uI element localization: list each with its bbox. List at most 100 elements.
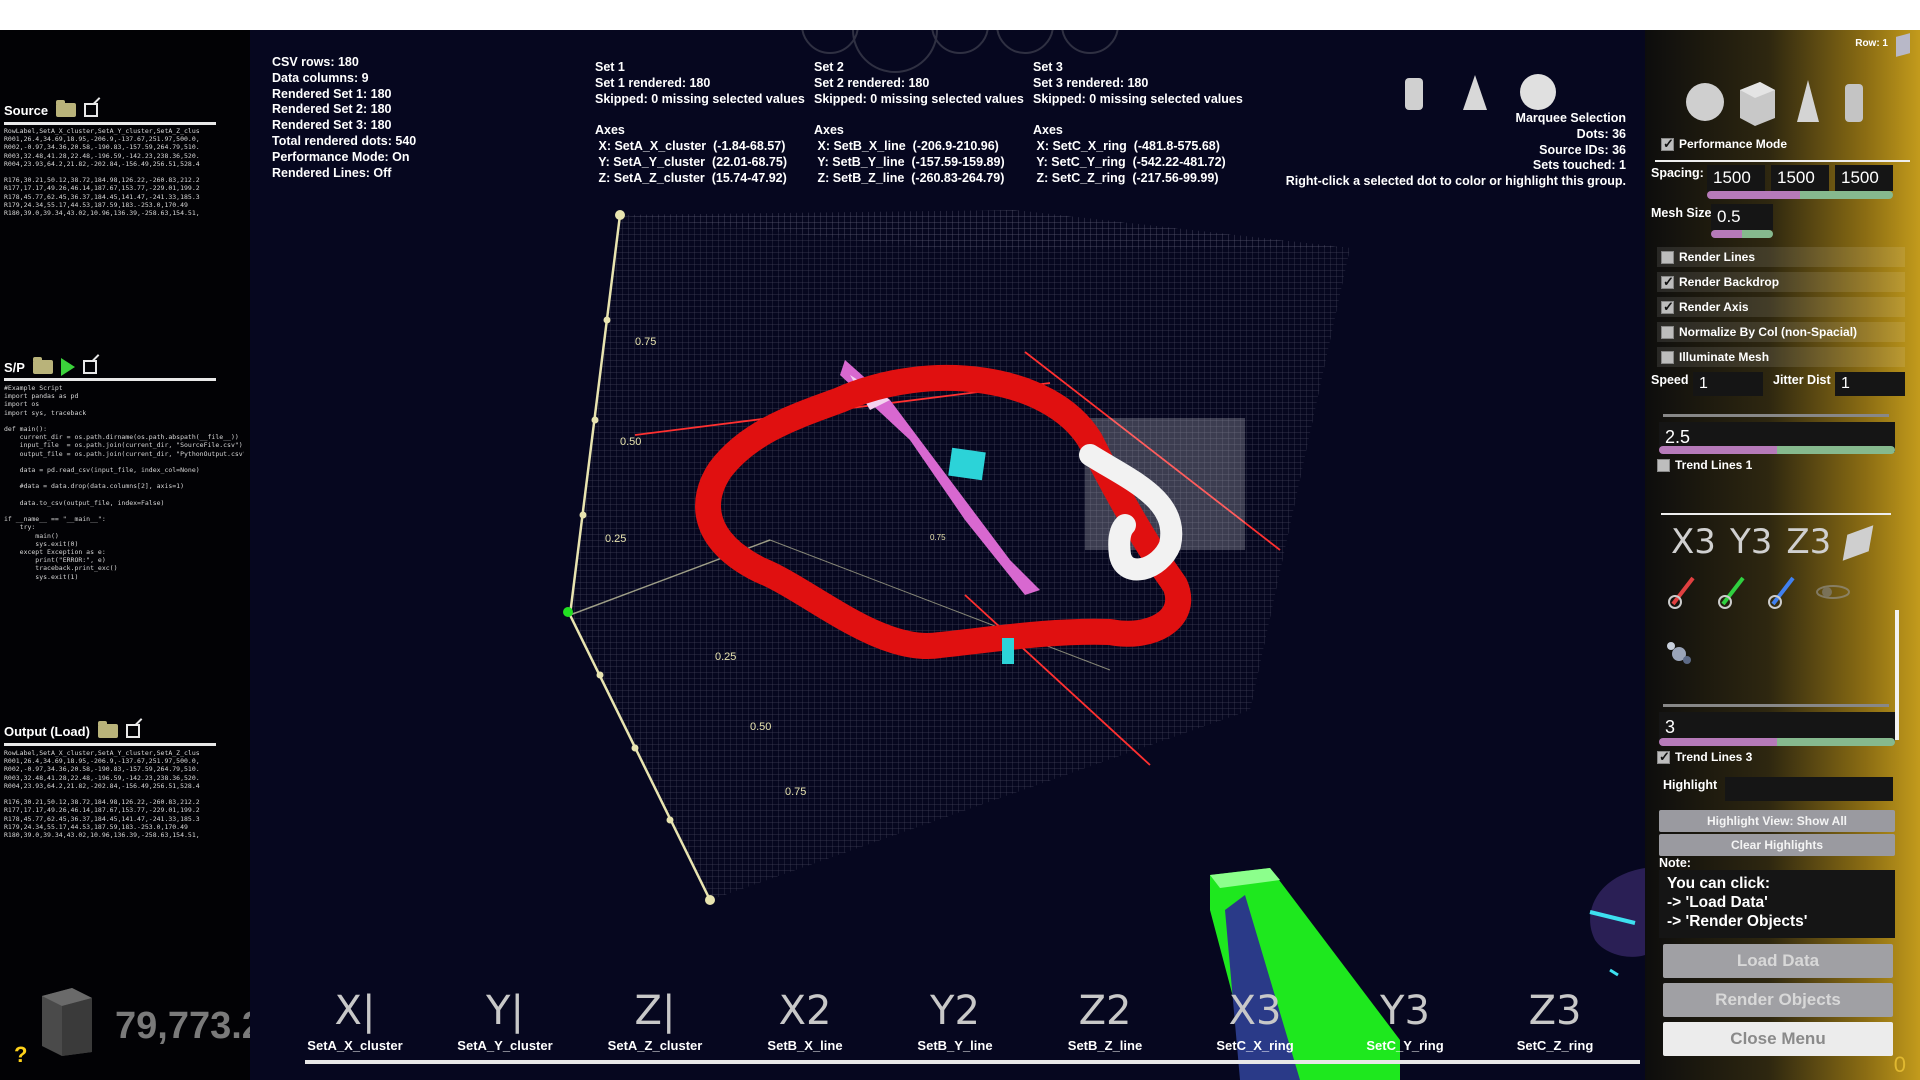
axis-label[interactable]: SetB_Y_line: [880, 1038, 1030, 1053]
checkbox-icon[interactable]: [1661, 299, 1674, 315]
marquee-info: Marquee Selection Dots: 36 Source IDs: 3…: [1286, 111, 1626, 190]
axis-glyph-z1[interactable]: Z|: [580, 988, 730, 1034]
folder-icon[interactable]: [97, 721, 118, 738]
checkbox-icon[interactable]: [1661, 136, 1674, 152]
axis-scrollbar[interactable]: [305, 1060, 1640, 1064]
spacing-slider[interactable]: [1707, 191, 1893, 199]
axis-label[interactable]: SetA_X_cluster: [280, 1038, 430, 1053]
shape-palette[interactable]: [1405, 74, 1556, 110]
selected-cube[interactable]: [948, 447, 986, 481]
trend1-slider[interactable]: [1659, 446, 1895, 454]
divider: [4, 378, 216, 381]
ramp-icon[interactable]: [1842, 525, 1874, 561]
external-link-icon[interactable]: [82, 360, 97, 374]
axis-glyph-x1[interactable]: X|: [280, 988, 430, 1034]
set-axis-z: Z: SetC_Z_ring (-217.56-99.99): [1036, 170, 1219, 185]
close-menu-button[interactable]: Close Menu: [1663, 1022, 1893, 1056]
toggle-normalize-by-col[interactable]: Normalize By Col (non-Spacial): [1657, 322, 1905, 342]
checkbox-icon[interactable]: [1657, 749, 1670, 765]
axis-glyph-x3[interactable]: X3: [1180, 988, 1330, 1034]
jitter-label: Jitter Dist: [1773, 373, 1831, 387]
axis-glyph-y3[interactable]: Y3: [1330, 988, 1480, 1034]
axis-label[interactable]: SetC_Y_ring: [1330, 1038, 1480, 1053]
stat-csv-rows: CSV rows: 180: [272, 55, 359, 69]
set-title: Set 3: [1033, 60, 1063, 74]
toggle-illuminate-mesh[interactable]: Illuminate Mesh: [1657, 347, 1905, 367]
load-data-button[interactable]: Load Data: [1663, 944, 1893, 978]
trend3-slider[interactable]: [1659, 738, 1895, 746]
marquee-source-ids: Source IDs: 36: [1539, 142, 1626, 157]
origin-marker: [563, 607, 573, 617]
highlight-view-button[interactable]: Highlight View: Show All: [1659, 810, 1895, 832]
render-objects-button[interactable]: Render Objects: [1663, 983, 1893, 1017]
axis-glyph-z3[interactable]: Z3: [1480, 988, 1630, 1034]
checkbox-icon[interactable]: [1661, 250, 1674, 264]
checkbox-icon[interactable]: [1661, 274, 1674, 290]
mesh-size-slider[interactable]: [1711, 230, 1773, 238]
trend3-slider-rail[interactable]: [1663, 704, 1889, 707]
external-link-icon[interactable]: [84, 103, 99, 117]
axis-glyph-z2[interactable]: Z2: [1030, 988, 1180, 1034]
trend3-toggle[interactable]: Trend Lines 3: [1653, 747, 1901, 767]
toggle-render-lines[interactable]: Render Lines: [1657, 247, 1905, 267]
spacing-z-input[interactable]: 1500: [1835, 165, 1893, 191]
folder-icon[interactable]: [56, 100, 77, 117]
external-link-icon[interactable]: [125, 724, 140, 738]
axis-z3-option[interactable]: Z3: [1786, 522, 1831, 562]
axis-tick-label: 0.75: [930, 533, 946, 542]
mesh-size-input[interactable]: 0.5: [1711, 204, 1773, 230]
axis-label[interactable]: SetA_Y_cluster: [430, 1038, 580, 1053]
circle-gizmo[interactable]: [1589, 868, 1645, 977]
axis-glyph-y1[interactable]: Y|: [430, 988, 580, 1034]
output-header: Output (Load): [4, 719, 140, 743]
performance-mode-toggle[interactable]: Performance Mode: [1657, 134, 1905, 154]
vertical-scrollbar[interactable]: [1895, 610, 1899, 740]
checkbox-icon[interactable]: [1657, 458, 1670, 472]
spacing-x-input[interactable]: 1500: [1707, 165, 1765, 191]
source-text[interactable]: RowLabel,SetA_X_cluster,SetA_Y_cluster,S…: [4, 127, 244, 247]
axis-tick-label: 0.75: [635, 336, 656, 348]
tool-icons[interactable]: [1665, 570, 1865, 670]
axis-label[interactable]: SetC_X_ring: [1180, 1038, 1330, 1053]
spacing-y-input[interactable]: 1500: [1771, 165, 1829, 191]
trend1-toggle[interactable]: Trend Lines 1: [1653, 455, 1901, 475]
cylinder-option-icon: [1845, 84, 1863, 122]
set-title: Set 2: [814, 60, 844, 74]
marquee-hint: Right-click a selected dot to color or h…: [1285, 174, 1626, 189]
axis-label[interactable]: SetB_Z_line: [1030, 1038, 1180, 1053]
3d-viewport[interactable]: 0.75 0.50 0.25 0.25 0.50 0.75 0.25 0.75: [250, 30, 1645, 1080]
mesh-size-label: Mesh Size: [1651, 206, 1712, 220]
sphere-option-icon: [1686, 83, 1724, 121]
axis-glyph-x2[interactable]: X2: [730, 988, 880, 1034]
axis-picker[interactable]: X3 Y3 Z3: [1671, 522, 1874, 562]
cube-widget-icon[interactable]: [38, 988, 94, 1056]
folder-icon[interactable]: [32, 357, 53, 374]
jitter-input[interactable]: 1: [1835, 372, 1905, 396]
checkbox-icon[interactable]: [1661, 325, 1674, 339]
help-icon[interactable]: ?: [14, 1042, 27, 1068]
cone-shape-icon: [1463, 75, 1487, 110]
toggle-label: Trend Lines 3: [1675, 750, 1753, 764]
shape-picker[interactable]: [1685, 70, 1885, 130]
axis-glyph-y2[interactable]: Y2: [880, 988, 1030, 1034]
checkbox-icon[interactable]: [1661, 350, 1674, 364]
axis-x3-option[interactable]: X3: [1671, 522, 1716, 562]
toggle-render-axis[interactable]: Render Axis: [1657, 297, 1905, 317]
toggle-render-backdrop[interactable]: Render Backdrop: [1657, 272, 1905, 292]
axis-y3-option[interactable]: Y3: [1730, 522, 1772, 562]
clear-highlights-button[interactable]: Clear Highlights: [1659, 834, 1895, 856]
set-axes-title: Axes: [1033, 123, 1063, 138]
speed-input[interactable]: 1: [1693, 372, 1763, 396]
highlight-input[interactable]: [1725, 777, 1893, 801]
source-header: Source: [4, 98, 99, 122]
run-script-icon[interactable]: [60, 358, 75, 376]
axis-label[interactable]: SetA_Z_cluster: [580, 1038, 730, 1053]
trend1-slider-rail[interactable]: [1663, 414, 1889, 417]
set-rendered: Set 2 rendered: 180: [814, 75, 930, 90]
axis-label[interactable]: SetC_Z_ring: [1480, 1038, 1630, 1053]
script-text[interactable]: #Example Script import pandas as pd impo…: [4, 384, 244, 634]
axis-tick-label: 0.75: [785, 786, 806, 798]
row-cube-icon[interactable]: [1896, 33, 1910, 57]
axis-label[interactable]: SetB_X_line: [730, 1038, 880, 1053]
output-text[interactable]: RowLabel,SetA_X_cluster,SetA_Y_cluster,S…: [4, 749, 244, 869]
